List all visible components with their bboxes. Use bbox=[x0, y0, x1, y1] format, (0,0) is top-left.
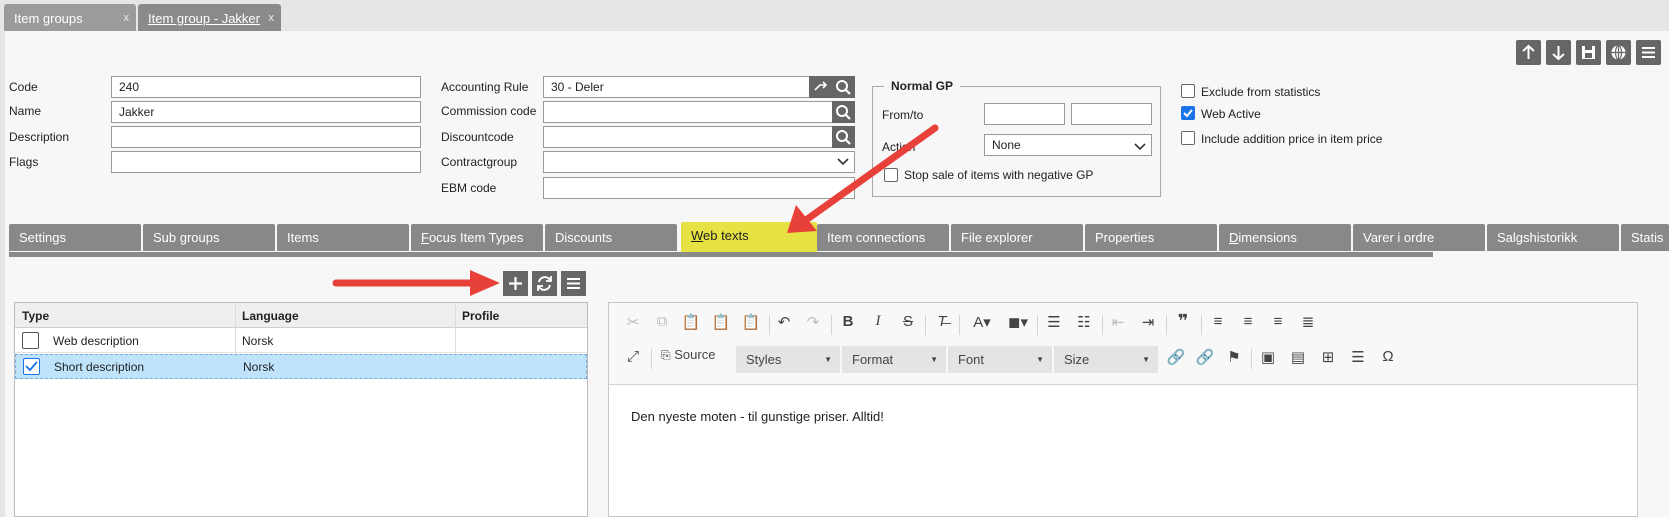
arrow-to-web-texts bbox=[787, 124, 939, 233]
arrow-to-add-button bbox=[332, 270, 500, 296]
annotation-arrows bbox=[332, 124, 939, 296]
